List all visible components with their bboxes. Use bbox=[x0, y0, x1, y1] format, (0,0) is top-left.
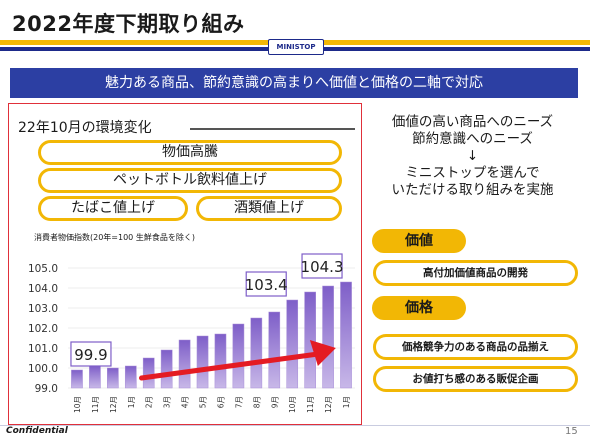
y-tick-label: 99.0 bbox=[35, 383, 58, 395]
price-item: お値打ち感のある販促企画 bbox=[373, 366, 578, 392]
bar bbox=[286, 299, 299, 389]
y-tick-label: 101.0 bbox=[28, 343, 58, 355]
x-tick-label: 1月 bbox=[342, 396, 351, 408]
x-tick-label: 2月 bbox=[145, 396, 154, 408]
down-arrow: ↓ bbox=[466, 148, 479, 164]
x-tick-label: 5月 bbox=[199, 396, 208, 408]
cpi-chart: 99.0 100.0 101.0 102.0 103.0 104.0 105.0 10月 11月… bbox=[28, 253, 355, 413]
x-tick-label: 8月 bbox=[252, 396, 261, 408]
y-tick-label: 104.0 bbox=[28, 283, 58, 295]
page-number: 15 bbox=[565, 426, 578, 437]
y-tick-label: 103.0 bbox=[28, 303, 58, 315]
x-tick-label: 9月 bbox=[270, 396, 279, 408]
heading-underline bbox=[190, 128, 355, 130]
needs-text: 価値の高い商品へのニーズ 節約意識へのニーズ ↓ ミニストップを選んで いただけ… bbox=[365, 114, 580, 199]
environment-heading: 22年10月の環境変化 bbox=[18, 120, 152, 136]
value-annotation-label: 99.9 bbox=[74, 346, 107, 364]
bar bbox=[107, 367, 119, 389]
x-tick-label: 3月 bbox=[163, 396, 172, 408]
pill-tobacco: たばこ値上げ bbox=[38, 196, 188, 221]
x-tick-label: 1月 bbox=[127, 396, 136, 408]
confidential-label: Confidential bbox=[6, 426, 68, 436]
bar bbox=[304, 291, 316, 389]
bar bbox=[322, 285, 334, 389]
x-tick-label: 7月 bbox=[234, 396, 243, 408]
bar bbox=[196, 335, 209, 389]
bar bbox=[178, 339, 191, 389]
x-tick-label: 11月 bbox=[91, 396, 100, 413]
bar bbox=[268, 311, 281, 389]
x-tick-label: 10月 bbox=[73, 396, 82, 413]
needs-line: いただける取り組みを実施 bbox=[391, 182, 554, 198]
pill-pet-bottle: ペットボトル飲料値上げ bbox=[38, 168, 342, 193]
page-title: 2022年度下期取り組み bbox=[12, 12, 245, 36]
banner: 魅力ある商品、節約意識の高まりへ価値と価格の二軸で対応 bbox=[10, 68, 578, 98]
x-tick-label: 4月 bbox=[181, 396, 190, 408]
bar bbox=[71, 369, 83, 389]
x-tick-label: 11月 bbox=[306, 396, 315, 413]
bar bbox=[214, 333, 227, 389]
y-tick-label: 102.0 bbox=[28, 323, 58, 335]
y-tick-label: 105.0 bbox=[28, 263, 58, 275]
ministop-logo: MINISTOP bbox=[268, 39, 324, 55]
footer-divider bbox=[0, 425, 590, 426]
x-tick-label: 6月 bbox=[216, 396, 225, 408]
value-item: 高付加価値商品の開発 bbox=[373, 260, 578, 286]
bar bbox=[250, 317, 263, 389]
bar bbox=[124, 365, 137, 389]
value-annotation-label: 103.4 bbox=[245, 276, 288, 294]
needs-line: 価値の高い商品へのニーズ bbox=[391, 114, 554, 130]
x-tick-label: 10月 bbox=[288, 396, 297, 413]
x-tick-label: 12月 bbox=[109, 396, 118, 413]
bar bbox=[160, 349, 173, 389]
price-item: 価格競争力のある商品の品揃え bbox=[373, 334, 578, 360]
value-annotation-label: 104.3 bbox=[301, 258, 344, 276]
bar bbox=[89, 365, 101, 389]
price-tag: 価格 bbox=[372, 296, 466, 320]
bar bbox=[142, 357, 155, 389]
pill-alcohol: 酒類値上げ bbox=[196, 196, 342, 221]
needs-line: 節約意識へのニーズ bbox=[412, 131, 533, 147]
x-tick-label: 12月 bbox=[324, 396, 333, 413]
needs-line: ミニストップを選んで bbox=[405, 165, 540, 181]
bar bbox=[340, 281, 352, 389]
value-tag: 価値 bbox=[372, 229, 466, 253]
pill-price-surge: 物価高騰 bbox=[38, 140, 342, 165]
bar bbox=[232, 323, 245, 389]
y-tick-label: 100.0 bbox=[28, 363, 58, 375]
